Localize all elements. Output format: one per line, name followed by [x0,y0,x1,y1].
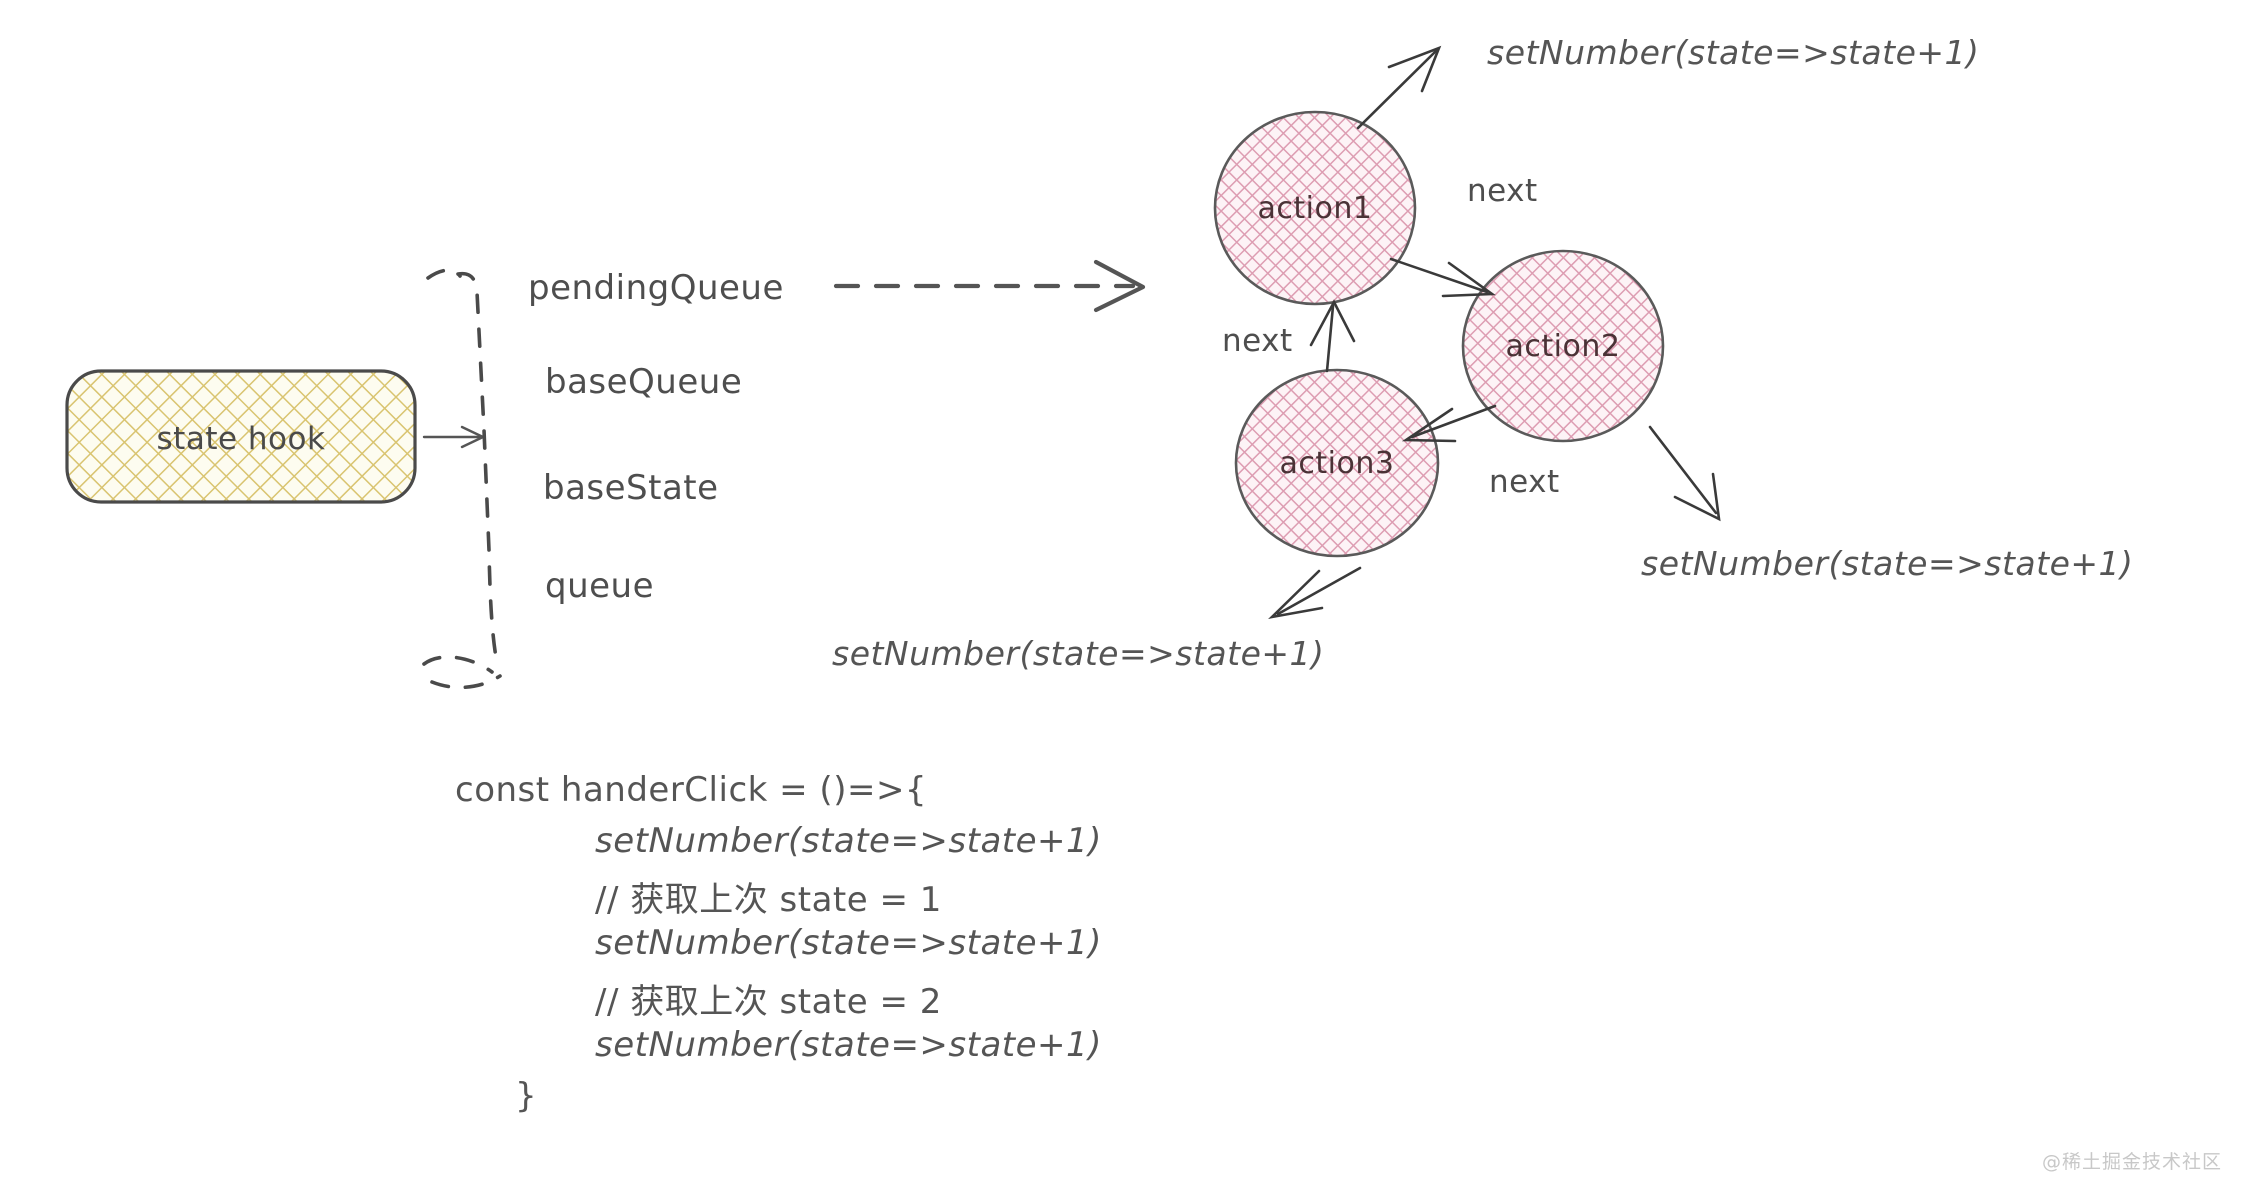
edge-label-next-action2-action3: next [1489,464,1560,500]
node-action1-shape[interactable] [1213,110,1417,306]
diagram-canvas: state hook pendingQueue baseQueue baseSt… [0,0,2242,1202]
state-hook-label: state hook [156,421,326,457]
edge-label-next-action1-action2: next [1467,173,1538,209]
arrow-action1-to-action2 [1389,257,1496,298]
code-line-6: } [515,1076,538,1116]
edge-label-next-action3-action1: next [1222,323,1293,359]
hook-to-fields-arrow [422,425,485,449]
code-line-3: setNumber(state=>state+1) [595,923,1102,963]
code-line-1: setNumber(state=>state+1) [595,821,1102,861]
code-block: const handerClick = ()=>{ setNumber(stat… [455,770,1355,1120]
arrow-action2-to-call-right [1648,425,1721,522]
code-line-5: setNumber(state=>state+1) [595,1025,1102,1065]
code-line-4: // 获取上次 state = 2 [595,982,942,1022]
code-line-2: // 获取上次 state = 1 [595,880,942,920]
watermark: @稀土掘金技术社区 [2041,1151,2222,1173]
pendingqueue-dashed-arrow [833,259,1146,313]
node-action2-shape[interactable] [1461,249,1665,443]
arrow-action3-to-call-bottom [1268,566,1362,620]
field-queue[interactable]: queue [545,566,654,606]
field-basequeue[interactable]: baseQueue [545,362,742,402]
call-label-right: setNumber(state=>state+1) [1641,544,2134,583]
call-label-top: setNumber(state=>state+1) [1487,33,1980,72]
code-line-0: const handerClick = ()=>{ [455,770,928,810]
call-label-bottom: setNumber(state=>state+1) [832,634,1325,673]
node-action3-shape[interactable] [1234,368,1440,558]
arrow-action3-to-action1 [1309,299,1356,373]
fields-dashed-brace [422,268,502,690]
field-pendingqueue[interactable]: pendingQueue [528,268,784,308]
arrow-action1-to-call-top [1356,45,1442,130]
field-basestate[interactable]: baseState [543,468,719,508]
